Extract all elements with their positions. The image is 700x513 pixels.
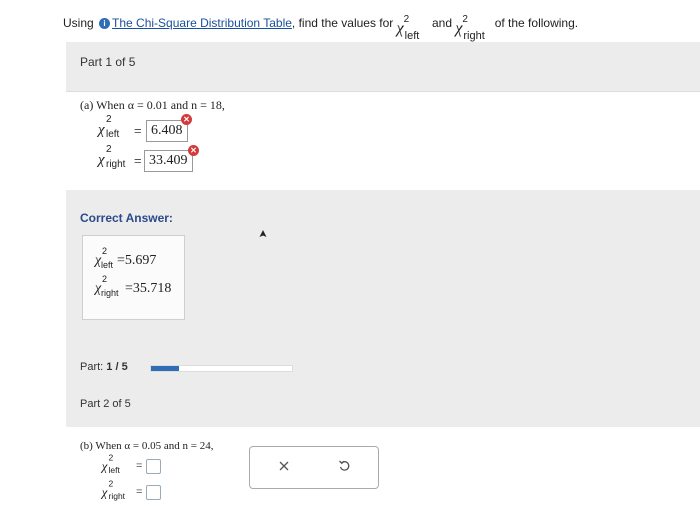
header-prefix: Using [63,16,94,30]
header-suffix: of the following. [494,16,579,30]
correct-right-value: =35.718 [125,281,172,296]
close-icon [279,461,289,471]
info-circle-icon[interactable]: i [99,18,111,29]
progress-label: Part: 1 / 5 [80,361,128,373]
part1-question: (a) When α = 0.01 and n = 18, [80,98,225,112]
correct-left-value: =5.697 [117,253,157,268]
equals-sign: = [136,486,143,498]
part2-question: (b) When α = 0.05 and n = 24, [80,440,214,452]
undo-button[interactable] [332,457,356,479]
equals-sign: = [134,153,142,168]
part2-header: Part 2 of 5 [66,383,700,427]
header-mid-text: , find the values for [291,16,394,30]
progress-panel: Part: 1 / 5 [66,345,700,383]
right-answer-input[interactable]: 33.409 [144,150,193,172]
part2-right-row: χ 2 right = [100,479,220,509]
equals-sign: = [136,460,143,472]
chi-right-symbol: χ 2 right [455,14,485,42]
chi-right-label: χ 2 right [98,144,126,170]
left-answer-row: χ 2 left = 6.408 ✕ [96,114,296,144]
part2-title: Part 2 of 5 [80,398,131,410]
chi-square-table-link[interactable]: The Chi-Square Distribution Table [112,16,292,30]
chi-right-label: χ 2 right [101,479,126,502]
chi-left-symbol: χ 2 left [396,14,420,42]
header-and-text: and [431,16,453,30]
progress-fill [151,366,180,371]
equals-sign: = [134,123,142,138]
part1-title: Part 1 of 5 [80,55,136,69]
correct-answer-box: χ 2 left =5.697 χ 2 right =35.718 [82,235,185,320]
answer-actions [249,446,379,489]
clear-button[interactable] [272,457,296,479]
question-header: Using i The Chi-Square Distribution Table… [63,8,579,42]
correct-answer-label: Correct Answer: [80,211,173,225]
left-answer-input[interactable]: 6.408 [146,120,188,142]
right-answer-row: χ 2 right = 33.409 ✕ [96,144,296,174]
chi-left-label: χ 2 left [98,114,120,140]
correct-left-row: χ 2 left =5.697 [95,246,157,270]
left-answer-input[interactable] [146,459,161,474]
undo-icon [338,460,349,471]
part2-body: (b) When α = 0.05 and n = 24, χ 2 left = χ… [66,427,700,513]
right-answer-input[interactable] [146,485,161,500]
mouse-cursor-icon [259,230,267,237]
x-circle-icon: ✕ [188,145,199,156]
part1-body: (a) When α = 0.01 and n = 18, χ 2 left = 6… [66,92,700,190]
part2-left-row: χ 2 left = [100,453,220,483]
correct-answer-panel: Correct Answer: χ 2 left =5.697 χ 2 right =3… [66,190,700,345]
part1-header: Part 1 of 5 [66,42,700,92]
x-circle-icon: ✕ [181,114,192,125]
correct-right-row: χ 2 right =35.718 [95,274,172,298]
chi-left-label: χ 2 left [101,453,120,476]
progress-bar [150,365,293,372]
